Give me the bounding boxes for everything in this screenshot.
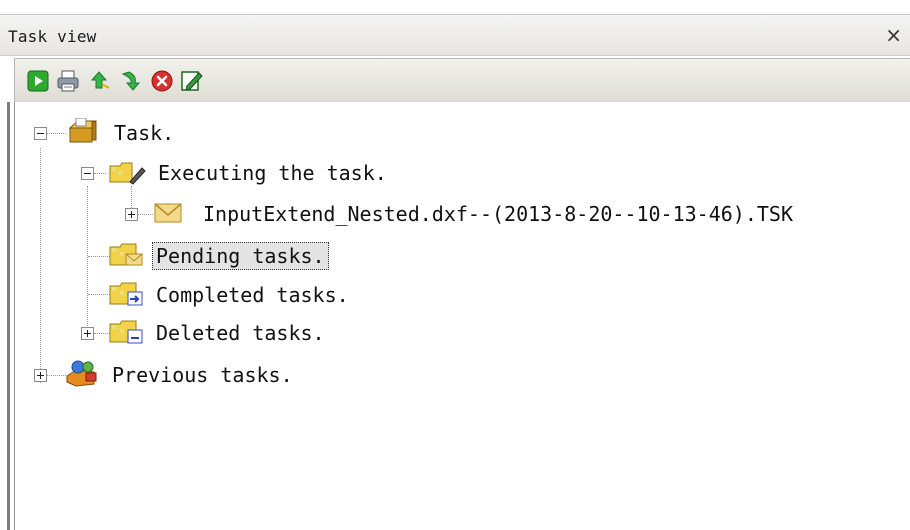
- executing-folder-icon: [109, 162, 146, 185]
- tree-line: [46, 375, 66, 376]
- tree-node-task-file[interactable]: InputExtend_Nested.dxf--(2013-8-20--10-1…: [203, 201, 793, 227]
- task-view-panel: Task view ×: [0, 12, 910, 530]
- tree-line: [46, 133, 66, 134]
- move-down-icon: [121, 71, 141, 91]
- tree-expand-toggle[interactable]: [81, 327, 94, 340]
- pending-folder-icon: [109, 243, 143, 266]
- task-box-icon: [68, 118, 97, 143]
- tree-node-executing[interactable]: Executing the task.: [158, 160, 387, 186]
- delete-icon: [151, 70, 173, 92]
- tree-node-previous[interactable]: Previous tasks.: [112, 362, 293, 388]
- tree-line: [87, 186, 88, 330]
- move-up-button[interactable]: [87, 68, 113, 94]
- close-button[interactable]: ×: [885, 23, 902, 47]
- print-button[interactable]: [55, 68, 81, 94]
- panel-titlebar: Task view ×: [0, 14, 910, 56]
- previous-tasks-icon: [66, 360, 97, 387]
- delete-button[interactable]: [149, 68, 175, 94]
- start-icon: [27, 70, 49, 92]
- edit-icon: [181, 71, 203, 91]
- toolbar: [14, 58, 910, 104]
- tree-node-completed[interactable]: Completed tasks.: [156, 282, 349, 308]
- tree-line: [88, 294, 110, 295]
- tree-node-deleted[interactable]: Deleted tasks.: [156, 320, 325, 346]
- tree-line: [137, 214, 153, 215]
- deleted-folder-icon: [109, 320, 143, 344]
- tree-line: [88, 256, 110, 257]
- tree-expand-toggle[interactable]: [34, 369, 47, 382]
- tree-node-task[interactable]: Task.: [114, 120, 174, 146]
- completed-folder-icon: [109, 282, 143, 306]
- edit-button[interactable]: [179, 68, 205, 94]
- tree-expand-toggle[interactable]: [125, 208, 138, 221]
- tree-collapse-toggle[interactable]: [81, 167, 94, 180]
- panel-left-edge: [7, 102, 10, 530]
- tree-node-pending[interactable]: Pending tasks.: [152, 242, 329, 270]
- move-down-button[interactable]: [119, 68, 145, 94]
- panel-title: Task view: [8, 27, 97, 46]
- top-strip: [0, 0, 910, 12]
- tree-line: [94, 173, 106, 174]
- tree-collapse-toggle[interactable]: [34, 127, 47, 140]
- task-tree: [14, 102, 910, 530]
- start-button[interactable]: [25, 68, 51, 94]
- move-up-icon: [90, 71, 110, 89]
- envelope-icon: [154, 203, 182, 223]
- tree-line: [40, 148, 41, 383]
- print-icon: [57, 70, 79, 92]
